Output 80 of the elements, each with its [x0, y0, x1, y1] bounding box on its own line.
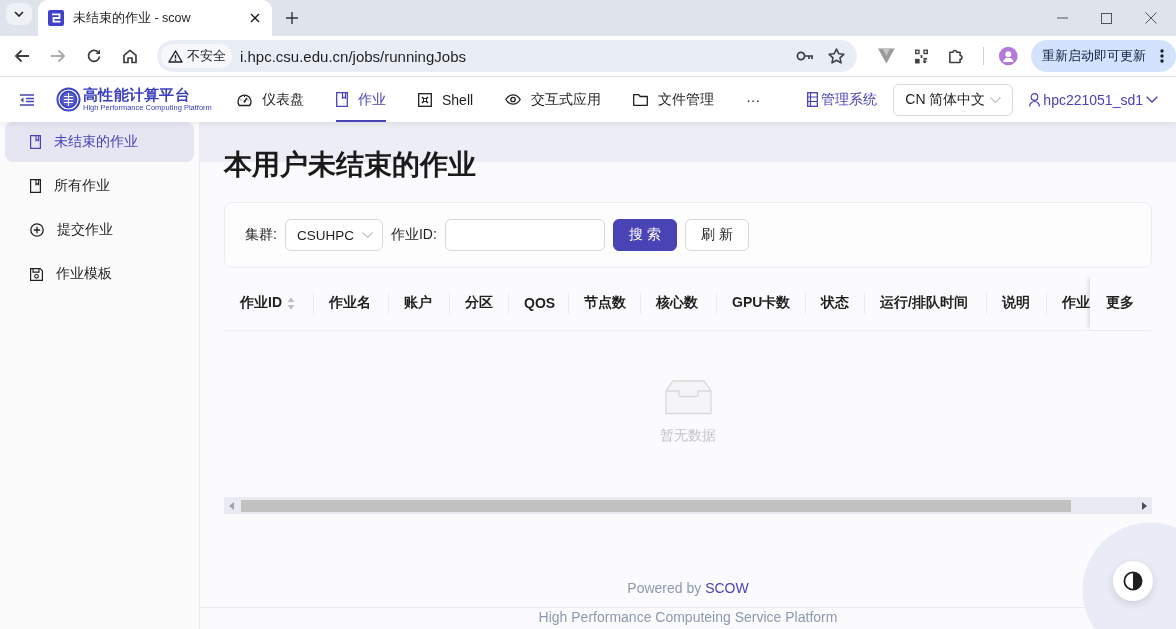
key-icon[interactable]	[796, 51, 814, 61]
maximize-icon[interactable]	[1101, 12, 1112, 24]
column-header: GPU卡数	[732, 294, 791, 312]
table-icon	[807, 92, 819, 107]
profile-avatar-icon[interactable]	[999, 46, 1018, 66]
cluster-select[interactable]: CSUHPC	[284, 219, 383, 251]
new-tab-icon[interactable]	[286, 12, 298, 24]
column-header: 作业ID	[240, 294, 282, 312]
column-header: 账户	[404, 294, 432, 312]
powered-by-text: Powered by SCOW	[627, 579, 749, 598]
scrollbar-thumb[interactable]	[241, 499, 1071, 512]
column-header: 核心数	[656, 294, 698, 312]
book-icon	[30, 179, 41, 193]
security-chip[interactable]: 不安全	[161, 44, 232, 68]
page-title: 本用户未结束的作业	[224, 148, 477, 182]
column-header: 运行/排队时间	[880, 294, 968, 312]
home-icon[interactable]	[122, 48, 138, 64]
refresh-button[interactable]: 刷 新	[684, 219, 749, 251]
book-icon	[30, 135, 41, 149]
scow-link[interactable]: SCOW	[705, 580, 749, 596]
logo-title: 高性能计算平台	[83, 88, 192, 103]
dashboard-icon	[237, 92, 252, 107]
chevron-down-icon	[14, 11, 24, 17]
update-button[interactable]: 重新启动即可更新	[1031, 40, 1176, 72]
column-header: 作业	[1062, 294, 1090, 312]
column-header: 节点数	[584, 294, 626, 312]
sidebar-item[interactable]: 未结束的作业	[5, 122, 194, 162]
menu-fold-icon[interactable]	[20, 93, 34, 106]
qr-code-icon[interactable]	[914, 48, 928, 64]
sidebar-item[interactable]: 提交作业	[5, 210, 194, 250]
sidebar-item[interactable]: 作业模板	[5, 254, 194, 294]
grid-square-icon	[418, 92, 432, 107]
caret-down-icon	[361, 232, 373, 238]
column-header: 更多	[1106, 294, 1134, 312]
empty-inbox-icon	[664, 380, 712, 415]
sidebar-item[interactable]: 所有作业	[5, 166, 194, 206]
column-header: 状态	[821, 294, 849, 312]
back-icon[interactable]	[14, 49, 30, 63]
reload-icon[interactable]	[86, 48, 102, 64]
nav-tab[interactable]: Shell	[418, 77, 474, 122]
plus-circle-icon	[30, 223, 44, 237]
url-text[interactable]: i.hpc.csu.edu.cn/jobs/runningJobs	[240, 47, 466, 65]
column-header: 分区	[465, 294, 493, 312]
language-select[interactable]: CN 简体中文	[893, 83, 1014, 116]
eye-icon	[505, 94, 522, 105]
platform-text: High Performance Computeing Service Platform	[538, 608, 838, 626]
folder-icon	[633, 93, 649, 106]
horizontal-scrollbar[interactable]	[224, 497, 1152, 514]
column-header: 作业名	[329, 294, 371, 312]
nav-tab[interactable]: 文件管理	[633, 77, 715, 122]
puzzle-icon[interactable]	[947, 47, 964, 65]
scroll-right-icon[interactable]	[1142, 501, 1147, 510]
column-header: 说明	[1002, 294, 1030, 312]
extension-icon[interactable]	[878, 48, 895, 64]
save-icon	[30, 267, 43, 281]
job-id-input[interactable]	[444, 219, 605, 251]
address-bar[interactable]: 不安全 i.hpc.csu.edu.cn/jobs/runningJobs	[157, 40, 857, 72]
tab-search-button[interactable]	[6, 3, 32, 25]
user-icon	[1029, 92, 1041, 107]
close-icon[interactable]	[250, 13, 260, 23]
warning-icon	[168, 49, 183, 63]
caret-down-icon	[990, 96, 1002, 103]
nav-tab[interactable]: 仪表盘	[237, 77, 304, 122]
favicon-icon	[48, 10, 64, 26]
browser-tab[interactable]: 未结束的作业 - scow	[38, 0, 272, 36]
star-icon[interactable]	[828, 48, 845, 64]
window-close-icon[interactable]	[1145, 12, 1157, 24]
more-vertical-icon	[1160, 49, 1164, 63]
search-button[interactable]: 搜 索	[612, 219, 677, 251]
cluster-label: 集群:	[245, 226, 277, 244]
nav-tab[interactable]: 交互式应用	[505, 77, 602, 122]
column-header: QOS	[524, 295, 556, 311]
contrast-icon	[1123, 571, 1143, 591]
job-id-label: 作业ID:	[390, 226, 437, 244]
chevron-down-icon	[1146, 96, 1158, 103]
admin-link[interactable]: 管理系统	[807, 90, 878, 109]
emblem-logo-icon	[56, 87, 81, 112]
more-button[interactable]: ···	[746, 91, 761, 108]
book-icon	[336, 92, 348, 107]
user-menu[interactable]: hpc221051_sd1	[1029, 91, 1158, 108]
